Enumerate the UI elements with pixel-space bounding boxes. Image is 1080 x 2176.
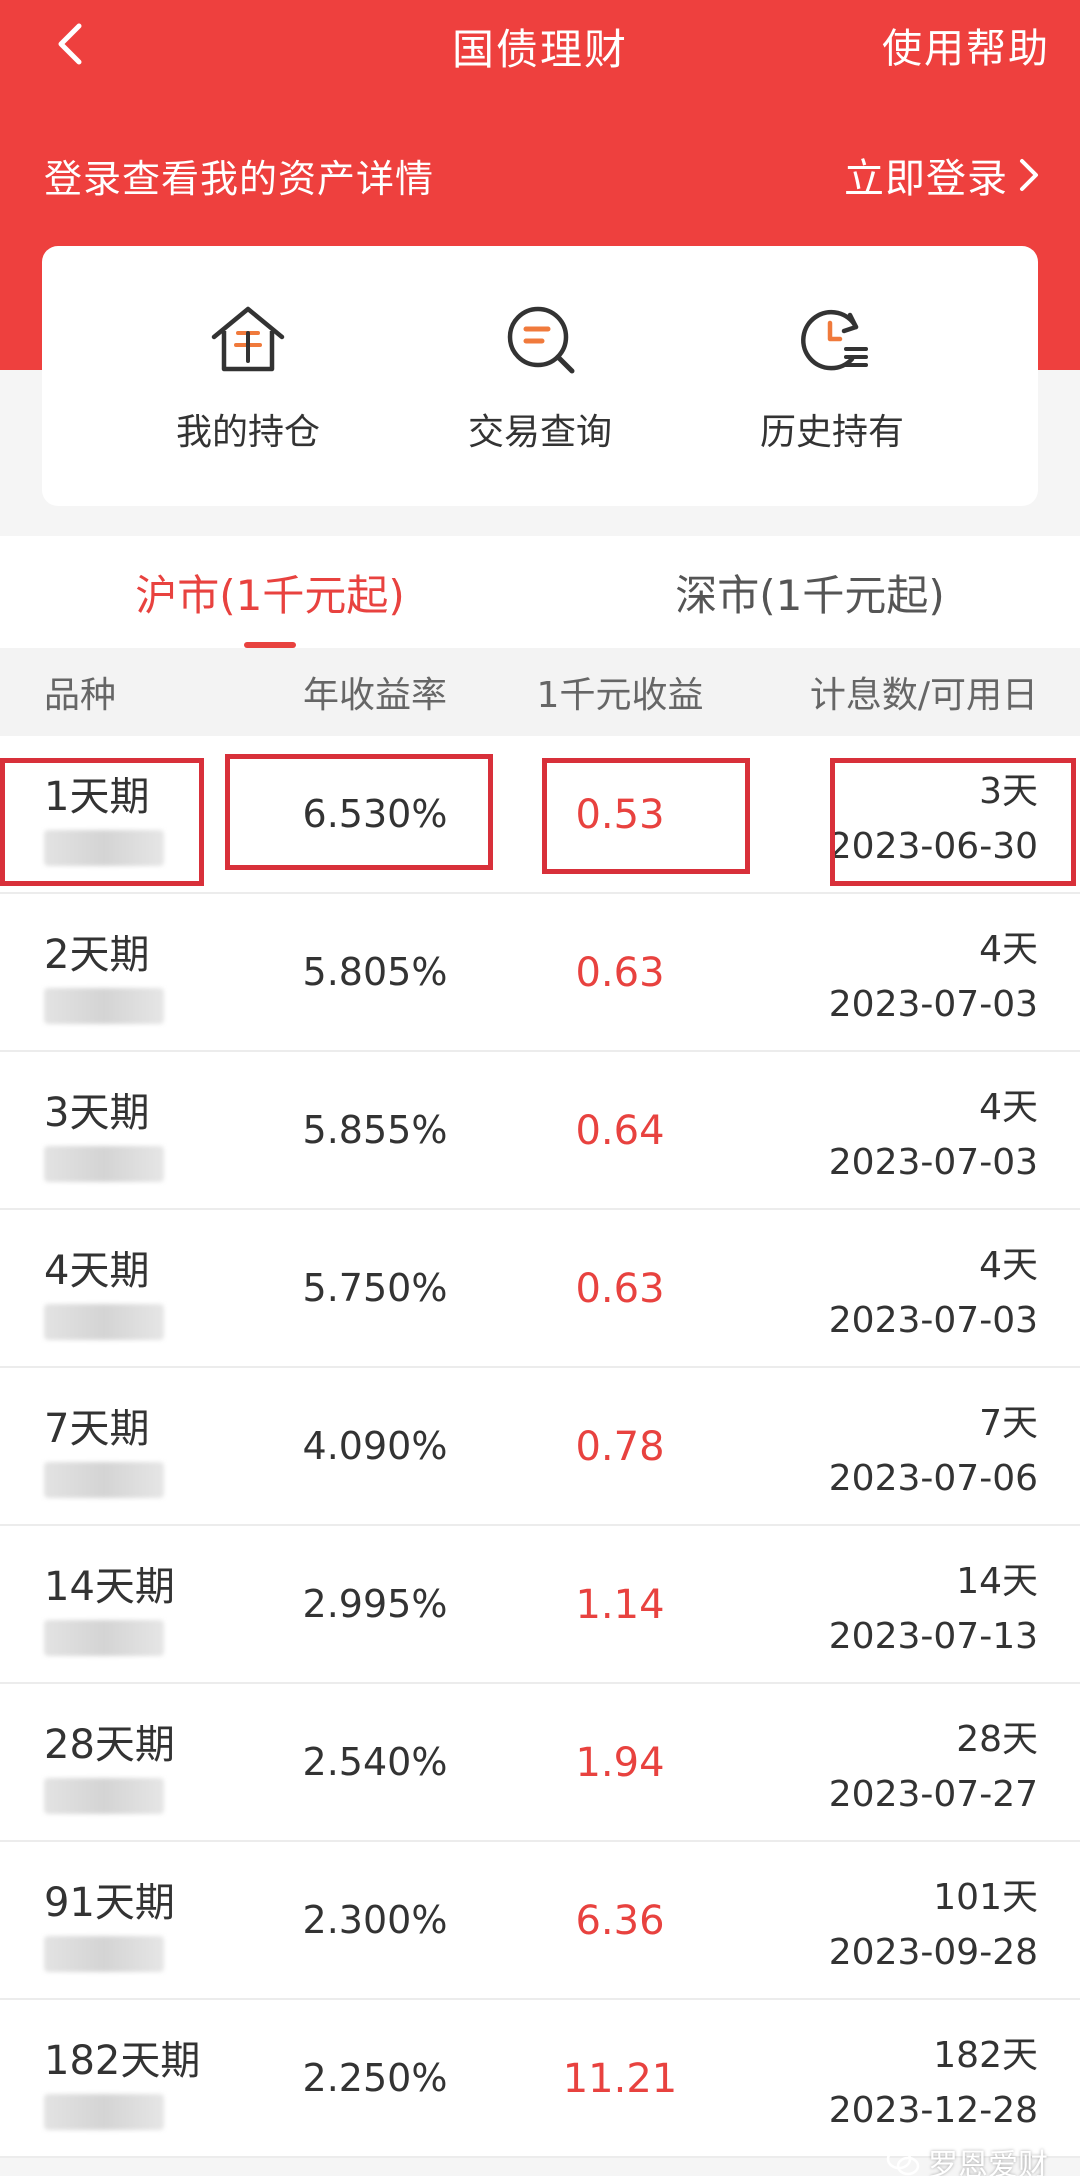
watermark: 罗恩爱财 xyxy=(886,2140,1048,2176)
annual-rate: 5.805% xyxy=(302,950,448,994)
login-button-label: 立即登录 xyxy=(844,156,1008,202)
login-prompt: 登录查看我的资产详情 xyxy=(44,157,435,201)
shortcut-history[interactable]: 历史持有 xyxy=(722,297,942,455)
product-name: 91天期 xyxy=(44,1880,175,1926)
product-list: 1天期 6.530% 0.53 3天 2023-06-30 2天期 5.805%… xyxy=(0,736,1080,2158)
table-row[interactable]: 4天期 5.750% 0.63 4天 2023-07-03 xyxy=(0,1210,1080,1368)
annual-rate: 2.540% xyxy=(302,1740,448,1784)
table-row[interactable]: 2天期 5.805% 0.63 4天 2023-07-03 xyxy=(0,894,1080,1052)
income-per-thousand: 11.21 xyxy=(562,2056,678,2102)
annual-rate: 4.090% xyxy=(302,1424,448,1468)
product-code-blurred xyxy=(44,1936,164,1972)
available-date: 2023-07-03 xyxy=(828,1300,1038,1341)
shortcut-trade-query[interactable]: 交易查询 xyxy=(430,297,650,455)
annual-rate: 2.250% xyxy=(302,2056,448,2100)
shortcut-label: 交易查询 xyxy=(467,412,612,453)
tab-shanghai[interactable]: 沪市(1千元起) xyxy=(0,536,540,648)
interest-days: 28天 xyxy=(956,1719,1038,1760)
available-date: 2023-09-28 xyxy=(828,1932,1038,1973)
annual-rate: 6.530% xyxy=(302,792,448,836)
annual-rate: 5.750% xyxy=(302,1266,448,1310)
income-per-thousand: 0.64 xyxy=(575,1108,665,1154)
chevron-right-icon xyxy=(1020,159,1038,191)
table-row[interactable]: 7天期 4.090% 0.78 7天 2023-07-06 xyxy=(0,1368,1080,1526)
table-row[interactable]: 3天期 5.855% 0.64 4天 2023-07-03 xyxy=(0,1052,1080,1210)
wechat-icon xyxy=(886,2148,920,2176)
annual-rate: 2.300% xyxy=(302,1898,448,1942)
market-tabs: 沪市(1千元起) 深市(1千元起) xyxy=(0,536,1080,648)
annual-rate: 2.995% xyxy=(302,1582,448,1626)
interest-days: 4天 xyxy=(979,929,1038,970)
product-name: 2天期 xyxy=(44,932,150,978)
income-per-thousand: 6.36 xyxy=(575,1898,665,1944)
product-code-blurred xyxy=(44,1146,164,1182)
header-annual-rate: 年收益率 xyxy=(302,675,447,716)
shortcut-card: 我的持仓 交易查询 历史持有 xyxy=(42,246,1038,506)
interest-days: 3天 xyxy=(979,771,1038,812)
header-days-date: 计息数/可用日 xyxy=(809,675,1038,716)
table-row[interactable]: 28天期 2.540% 1.94 28天 2023-07-27 xyxy=(0,1684,1080,1842)
shortcut-label: 历史持有 xyxy=(759,412,904,453)
table-row[interactable]: 1天期 6.530% 0.53 3天 2023-06-30 xyxy=(0,736,1080,894)
history-clock-icon xyxy=(801,309,868,371)
tab-label: 深市(1千元起) xyxy=(675,570,945,620)
interest-days: 182天 xyxy=(933,2035,1038,2076)
tab-shenzhen[interactable]: 深市(1千元起) xyxy=(540,536,1080,648)
header-product: 品种 xyxy=(44,675,117,716)
available-date: 2023-07-27 xyxy=(828,1774,1038,1815)
login-button[interactable]: 立即登录 xyxy=(844,146,1040,204)
product-code-blurred xyxy=(44,1778,164,1814)
available-date: 2023-07-06 xyxy=(828,1458,1038,1499)
income-per-thousand: 1.94 xyxy=(575,1740,665,1786)
login-row: 登录查看我的资产详情 立即登录 xyxy=(0,140,1080,210)
interest-days: 4天 xyxy=(979,1087,1038,1128)
help-button[interactable]: 使用帮助 xyxy=(882,16,1050,74)
product-name: 182天期 xyxy=(44,2038,201,2084)
navbar: 国债理财 使用帮助 xyxy=(0,0,1080,90)
product-name: 14天期 xyxy=(44,1564,175,1610)
income-per-thousand: 0.53 xyxy=(575,792,665,838)
available-date: 2023-07-13 xyxy=(828,1616,1038,1657)
product-name: 4天期 xyxy=(44,1248,150,1294)
shortcut-label: 我的持仓 xyxy=(175,412,320,453)
interest-days: 14天 xyxy=(956,1561,1038,1602)
table-row[interactable]: 14天期 2.995% 1.14 14天 2023-07-13 xyxy=(0,1526,1080,1684)
table-row[interactable]: 91天期 2.300% 6.36 101天 2023-09-28 xyxy=(0,1842,1080,2000)
product-code-blurred xyxy=(44,830,164,866)
tab-label: 沪市(1千元起) xyxy=(135,570,405,620)
search-list-icon xyxy=(507,306,575,374)
product-code-blurred xyxy=(44,2094,164,2130)
income-per-thousand: 1.14 xyxy=(575,1582,665,1628)
product-name: 1天期 xyxy=(44,774,150,820)
interest-days: 7天 xyxy=(979,1403,1038,1444)
available-date: 2023-07-03 xyxy=(828,1142,1038,1183)
product-name: 28天期 xyxy=(44,1722,175,1768)
product-code-blurred xyxy=(44,988,164,1024)
interest-days: 4天 xyxy=(979,1245,1038,1286)
available-date: 2023-06-30 xyxy=(828,826,1038,867)
product-name: 3天期 xyxy=(44,1090,150,1136)
house-yuan-icon xyxy=(211,306,285,372)
header-income: 1千元收益 xyxy=(536,675,704,716)
product-name: 7天期 xyxy=(44,1406,150,1452)
annual-rate: 5.855% xyxy=(302,1108,448,1152)
product-code-blurred xyxy=(44,1620,164,1656)
product-code-blurred xyxy=(44,1462,164,1498)
shortcut-my-holdings[interactable]: 我的持仓 xyxy=(138,297,358,455)
income-per-thousand: 0.78 xyxy=(575,1424,665,1470)
table-row[interactable]: 182天期 2.250% 11.21 182天 2023-12-28 xyxy=(0,2000,1080,2158)
table-header: 品种 年收益率 1千元收益 计息数/可用日 xyxy=(0,648,1080,736)
interest-days: 101天 xyxy=(933,1877,1038,1918)
product-code-blurred xyxy=(44,1304,164,1340)
income-per-thousand: 0.63 xyxy=(575,950,665,996)
income-per-thousand: 0.63 xyxy=(575,1266,665,1312)
watermark-text: 罗恩爱财 xyxy=(928,2148,1048,2176)
available-date: 2023-07-03 xyxy=(828,984,1038,1025)
available-date: 2023-12-28 xyxy=(828,2090,1038,2131)
